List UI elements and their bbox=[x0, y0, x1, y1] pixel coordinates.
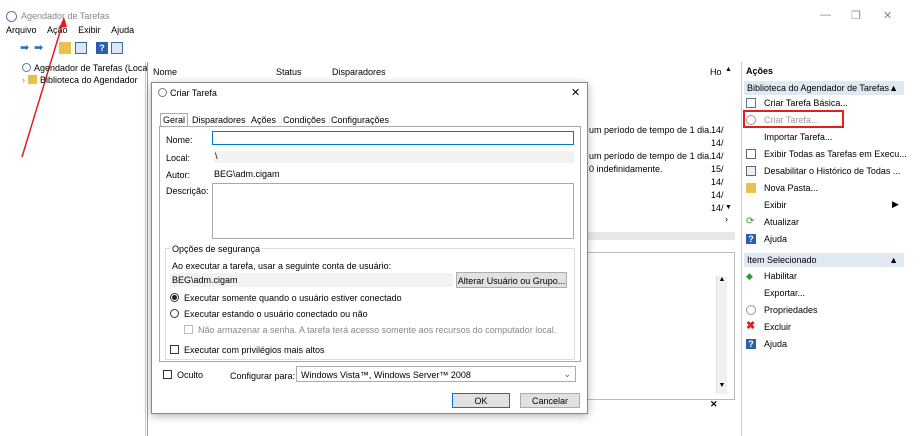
security-title: Opções de segurança bbox=[170, 244, 263, 254]
minimize-button[interactable]: — bbox=[820, 9, 831, 21]
local-value: \ bbox=[214, 151, 574, 163]
help-icon: ? bbox=[746, 234, 756, 244]
disable-history-icon bbox=[746, 166, 756, 176]
table-row[interactable]: 0 indefinidamente. bbox=[589, 164, 663, 174]
table-cell-date: 14/ bbox=[711, 125, 724, 135]
menu-ajuda[interactable]: Ajuda bbox=[111, 25, 134, 35]
configure-label: Configurar para: bbox=[230, 371, 296, 381]
account-value: BEG\adm.cigam bbox=[170, 273, 453, 287]
hidden-checkbox[interactable] bbox=[163, 370, 172, 379]
folder-icon bbox=[28, 75, 37, 84]
close-button[interactable]: ✕ bbox=[883, 9, 892, 22]
radio-logged-on-only[interactable] bbox=[170, 293, 179, 302]
tab-condicoes[interactable]: Condições bbox=[280, 113, 329, 126]
actions-group-library[interactable]: Biblioteca do Agendador de Tarefas ▲ bbox=[744, 81, 904, 95]
table-cell-date: 14/ bbox=[711, 138, 724, 148]
highest-privileges-checkbox[interactable] bbox=[170, 345, 179, 354]
dialog-close-icon[interactable]: ✕ bbox=[571, 86, 580, 99]
help-icon: ? bbox=[746, 339, 756, 349]
col-disparadores[interactable]: Disparadores bbox=[332, 67, 386, 77]
ok-button[interactable]: OK bbox=[452, 393, 510, 408]
highest-privileges-label: Executar com privilégios mais altos bbox=[184, 345, 325, 355]
no-store-password-checkbox[interactable] bbox=[184, 325, 193, 334]
help-icon[interactable]: ? bbox=[96, 42, 108, 54]
radio-whether-logged-on[interactable] bbox=[170, 309, 179, 318]
collapse-arrow-icon[interactable]: ▲ bbox=[889, 83, 898, 93]
tab-acoes[interactable]: Ações bbox=[248, 113, 279, 126]
details-scrollbar[interactable]: ▲ ▼ bbox=[716, 276, 727, 394]
expand-chevron-icon[interactable]: › bbox=[22, 75, 25, 85]
maximize-button[interactable]: ❐ bbox=[851, 9, 861, 22]
dialog-clock-icon bbox=[158, 88, 167, 97]
account-prompt: Ao executar a tarefa, usar a seguinte co… bbox=[172, 261, 392, 271]
action-habilitar[interactable]: Habilitar bbox=[764, 271, 797, 281]
table-scroll-right-icon[interactable]: › bbox=[725, 214, 728, 224]
running-tasks-icon bbox=[746, 149, 756, 159]
delete-icon: ✖ bbox=[746, 320, 756, 332]
action-desabilitar-historico[interactable]: Desabilitar o Histórico de Todas ... bbox=[764, 166, 900, 176]
table-cell-date: 14/ bbox=[711, 190, 724, 200]
name-label: Nome: bbox=[166, 135, 193, 145]
table-row[interactable]: um período de tempo de 1 dia. bbox=[589, 151, 712, 161]
enable-arrow-icon: ◆ bbox=[746, 271, 753, 281]
action-propriedades[interactable]: Propriedades bbox=[764, 305, 818, 315]
new-folder-icon bbox=[746, 183, 756, 193]
details-close-icon[interactable]: ✕ bbox=[710, 399, 718, 410]
no-store-password-label: Não armazenar a senha. A tarefa terá ace… bbox=[198, 325, 557, 335]
create-basic-task-icon bbox=[746, 98, 756, 108]
tree-root[interactable]: Agendador de Tarefas (Local) bbox=[22, 63, 152, 73]
action-excluir[interactable]: Excluir bbox=[764, 322, 791, 332]
author-value: BEG\adm.cigam bbox=[214, 169, 280, 179]
action-ajuda-item[interactable]: Ajuda bbox=[764, 339, 787, 349]
actions-group-selected[interactable]: Item Selecionado ▲ bbox=[744, 253, 904, 267]
col-ho[interactable]: Ho bbox=[710, 67, 722, 77]
navigation-tree: Agendador de Tarefas (Local) › Biblioteca… bbox=[18, 62, 152, 436]
show-action-pane-icon[interactable] bbox=[111, 42, 123, 54]
title-bar bbox=[0, 0, 921, 28]
action-exportar[interactable]: Exportar... bbox=[764, 288, 805, 298]
annotation-highlight-box bbox=[743, 110, 844, 128]
action-exibir[interactable]: Exibir bbox=[764, 200, 787, 210]
tab-configuracoes[interactable]: Configurações bbox=[328, 113, 392, 126]
table-cell-date: 15/ bbox=[711, 164, 724, 174]
table-row[interactable]: um período de tempo de 1 dia. bbox=[589, 125, 712, 135]
show-hide-tree-icon[interactable] bbox=[75, 42, 87, 54]
dialog-title: Criar Tarefa bbox=[170, 88, 217, 98]
action-ajuda[interactable]: Ajuda bbox=[764, 234, 787, 244]
table-cell-date: 14/ bbox=[711, 177, 724, 187]
radio-whether-label: Executar estando o usuário conectado ou … bbox=[184, 309, 368, 319]
description-label: Descrição: bbox=[166, 186, 209, 196]
submenu-arrow-icon: ▶ bbox=[892, 199, 899, 209]
tab-disparadores[interactable]: Disparadores bbox=[189, 113, 249, 126]
configure-select[interactable]: Windows Vista™, Windows Server™ 2008 ⌄ bbox=[296, 366, 576, 382]
toolbar bbox=[0, 41, 921, 57]
actions-title: Ações bbox=[746, 66, 774, 76]
collapse-arrow-icon[interactable]: ▲ bbox=[889, 255, 898, 265]
cancel-button[interactable]: Cancelar bbox=[520, 393, 580, 408]
action-importar-tarefa[interactable]: Importar Tarefa... bbox=[764, 132, 832, 142]
hidden-label: Oculto bbox=[177, 370, 204, 380]
name-input[interactable] bbox=[212, 131, 574, 145]
local-label: Local: bbox=[166, 153, 191, 163]
description-textarea[interactable] bbox=[212, 183, 574, 239]
radio-logged-on-label: Executar somente quando o usuário estive… bbox=[184, 293, 402, 303]
action-nova-pasta[interactable]: Nova Pasta... bbox=[764, 183, 818, 193]
table-cell-date: 14/ bbox=[711, 151, 724, 161]
tree-library[interactable]: › Biblioteca do Agendador bbox=[22, 75, 138, 85]
menu-exibir[interactable]: Exibir bbox=[78, 25, 101, 35]
action-criar-tarefa-basica[interactable]: Criar Tarefa Básica... bbox=[764, 98, 848, 108]
author-label: Autor: bbox=[166, 170, 191, 180]
change-user-button[interactable]: Alterar Usuário ou Grupo... bbox=[456, 272, 567, 288]
refresh-icon: ⟳ bbox=[746, 216, 755, 227]
action-exibir-todas[interactable]: Exibir Todas as Tarefas em Execu... bbox=[764, 149, 907, 159]
chevron-down-icon: ⌄ bbox=[563, 369, 571, 379]
table-cell-date: 14/ bbox=[711, 203, 724, 213]
tab-geral[interactable]: Geral bbox=[160, 113, 189, 126]
col-status[interactable]: Status bbox=[276, 67, 302, 77]
properties-icon bbox=[746, 305, 756, 315]
table-scrollbar[interactable]: ▲ ▼ bbox=[725, 66, 735, 226]
action-atualizar[interactable]: Atualizar bbox=[764, 217, 799, 227]
col-nome[interactable]: Nome bbox=[153, 67, 177, 77]
clock-icon bbox=[22, 63, 31, 72]
